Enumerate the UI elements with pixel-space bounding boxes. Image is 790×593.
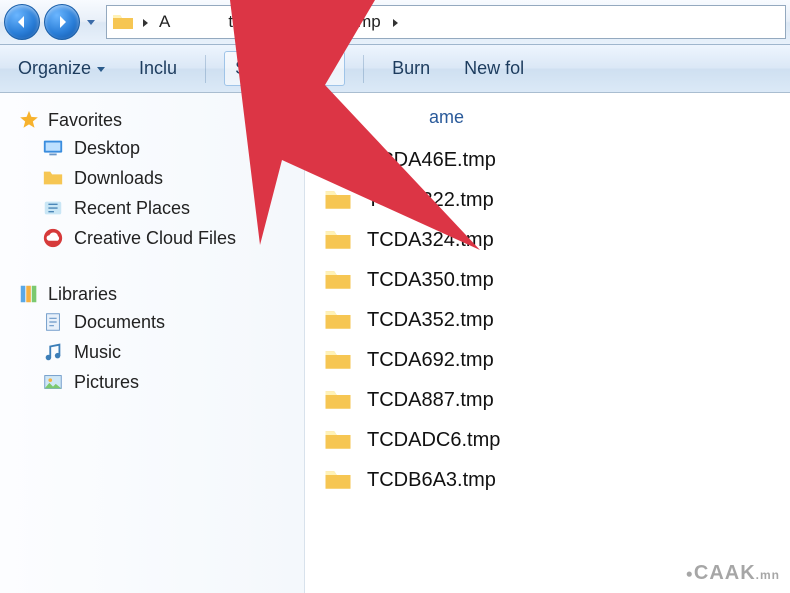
chevron-down-icon: [326, 65, 334, 73]
file-row[interactable]: TCDA352.tmp: [323, 300, 790, 340]
breadcrumb-segment[interactable]: ta: [178, 6, 250, 38]
breadcrumb-segment[interactable]: Local: [263, 6, 320, 38]
folder-icon: [323, 145, 353, 175]
star-icon: [18, 109, 40, 131]
column-header-name[interactable]: ame: [323, 107, 790, 140]
chevron-down-icon: [97, 65, 105, 73]
file-name: TCDA350.tmp: [367, 269, 494, 292]
file-row[interactable]: TCDA46E.tmp: [323, 140, 790, 180]
sidebar-item-music[interactable]: Music: [0, 337, 304, 367]
file-row[interactable]: TCDADC6.tmp: [323, 420, 790, 460]
sidebar: Favorites Desktop Downloads Recent Place…: [0, 93, 305, 593]
sidebar-item-documents[interactable]: Documents: [0, 307, 304, 337]
file-row[interactable]: TCDA322.tmp: [323, 180, 790, 220]
documents-icon: [42, 311, 64, 333]
folder-icon: [323, 265, 353, 295]
file-name: TCDA887.tmp: [367, 389, 494, 412]
new-folder-button[interactable]: New fol: [454, 52, 534, 85]
libraries-label: Libraries: [48, 284, 117, 305]
file-row[interactable]: TCDB6A3.tmp: [323, 460, 790, 500]
libraries-group: Libraries Documents Music Pictures: [0, 281, 304, 397]
address-bar[interactable]: A ta Local Temp: [106, 5, 786, 39]
navigation-bar: A ta Local Temp: [0, 0, 790, 45]
toolbar: Organize Inclu Share with Burn New fol: [0, 45, 790, 93]
libraries-icon: [18, 283, 40, 305]
folder-icon: [323, 185, 353, 215]
file-row[interactable]: TCDA324.tmp: [323, 220, 790, 260]
file-name: TCDADC6.tmp: [367, 429, 500, 452]
share-with-button[interactable]: Share with: [224, 51, 345, 86]
chevron-right-icon: [139, 12, 151, 32]
favorites-header[interactable]: Favorites: [0, 107, 304, 133]
creative-cloud-icon: [42, 227, 64, 249]
folder-icon: [323, 385, 353, 415]
file-name: TCDA692.tmp: [367, 349, 494, 372]
include-button[interactable]: Inclu: [129, 52, 187, 85]
breadcrumb-segment[interactable]: Temp: [331, 6, 389, 38]
file-row[interactable]: TCDA350.tmp: [323, 260, 790, 300]
sidebar-item-label: Creative Cloud Files: [74, 228, 236, 249]
folder-icon: [111, 10, 135, 34]
folder-icon: [323, 425, 353, 455]
sidebar-item-label: Downloads: [74, 168, 163, 189]
breadcrumb-segment[interactable]: A: [151, 6, 178, 38]
file-name: TCDA324.tmp: [367, 229, 494, 252]
watermark: ●CAAK.mn: [686, 562, 780, 585]
chevron-right-icon: [389, 12, 401, 32]
sidebar-item-label: Pictures: [74, 372, 139, 393]
burn-button[interactable]: Burn: [382, 52, 440, 85]
forward-button[interactable]: [44, 4, 80, 40]
sidebar-item-downloads[interactable]: Downloads: [0, 163, 304, 193]
favorites-group: Favorites Desktop Downloads Recent Place…: [0, 107, 304, 253]
file-name: TCDA322.tmp: [367, 189, 494, 212]
libraries-header[interactable]: Libraries: [0, 281, 304, 307]
sidebar-item-label: Music: [74, 342, 121, 363]
music-icon: [42, 341, 64, 363]
favorites-label: Favorites: [48, 110, 122, 131]
sidebar-item-desktop[interactable]: Desktop: [0, 133, 304, 163]
sidebar-item-label: Documents: [74, 312, 165, 333]
file-name: TCDA46E.tmp: [367, 149, 496, 172]
folder-icon: [323, 465, 353, 495]
folder-icon: [42, 167, 64, 189]
nav-history-dropdown[interactable]: [84, 4, 98, 40]
back-button[interactable]: [4, 4, 40, 40]
separator: [205, 55, 206, 83]
recent-places-icon: [42, 197, 64, 219]
file-row[interactable]: TCDA692.tmp: [323, 340, 790, 380]
file-list-pane: ame TCDA46E.tmp TCDA322.tmp TCDA324.tmp …: [305, 93, 790, 593]
file-name: TCDA352.tmp: [367, 309, 494, 332]
file-name: TCDB6A3.tmp: [367, 469, 496, 492]
main-content: Favorites Desktop Downloads Recent Place…: [0, 93, 790, 593]
chevron-right-icon: [251, 12, 263, 32]
desktop-icon: [42, 137, 64, 159]
folder-icon: [323, 225, 353, 255]
separator: [363, 55, 364, 83]
sidebar-item-creative-cloud[interactable]: Creative Cloud Files: [0, 223, 304, 253]
sidebar-item-label: Recent Places: [74, 198, 190, 219]
pictures-icon: [42, 371, 64, 393]
folder-icon: [323, 305, 353, 335]
file-row[interactable]: TCDA887.tmp: [323, 380, 790, 420]
chevron-right-icon: [319, 12, 331, 32]
sidebar-item-pictures[interactable]: Pictures: [0, 367, 304, 397]
sidebar-item-label: Desktop: [74, 138, 140, 159]
sidebar-item-recent-places[interactable]: Recent Places: [0, 193, 304, 223]
organize-button[interactable]: Organize: [8, 52, 115, 85]
folder-icon: [323, 345, 353, 375]
